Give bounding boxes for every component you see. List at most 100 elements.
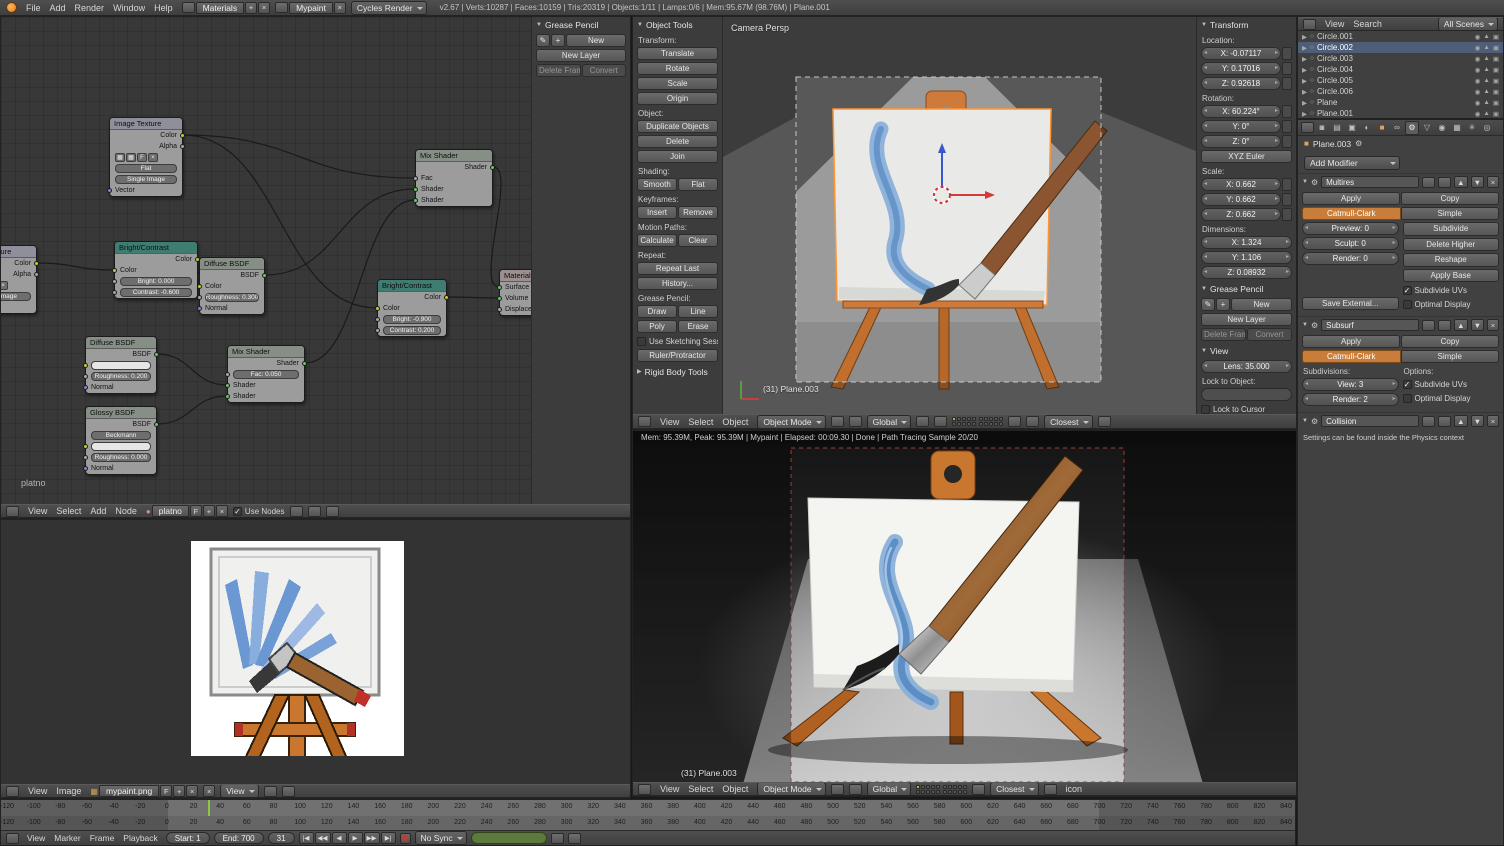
play-reverse-button[interactable]: ◀ [332,832,347,844]
node-image-texture[interactable]: Image TextureColorAlpha▦▦F×Single ImageV… [1,245,37,314]
layer-dot[interactable] [999,417,1003,421]
play-button[interactable]: ▶ [348,832,363,844]
increment-arrow-icon[interactable]: ▸ [1392,239,1395,246]
render-engine-select[interactable]: Cycles Render [351,1,427,15]
node-mix-shader[interactable]: Mix ShaderShaderFacShaderShader [415,149,493,207]
editor-type-icon[interactable] [638,416,651,427]
use-sketching-sessi-checkbox-row[interactable]: Use Sketching Sessi [637,335,718,347]
delete-modifier-icon[interactable]: × [1487,415,1499,427]
move-down-icon[interactable]: ▼ [1471,415,1484,427]
clear-button[interactable]: Clear [678,234,718,247]
menu-select[interactable]: Select [684,783,717,795]
outliner-item-circle-003[interactable]: ▶○Circle.003◉▲▣ [1298,53,1503,64]
output-socket[interactable] [34,272,39,277]
viewport-3d-view[interactable]: Camera Persp (31) Plane.003 [723,17,1198,416]
view-panel-header[interactable]: ▼View [1197,343,1296,358]
layer-dot[interactable] [952,422,956,426]
layer-dot[interactable] [967,422,971,426]
layer-dot[interactable] [921,785,925,789]
origin-button[interactable]: Origin [637,92,718,105]
y-0-17016-field[interactable]: ◂Y: 0.17016▸ [1201,62,1281,75]
node-diffuse-bsdf[interactable]: Diffuse BSDFBSDFColorRoughness: 0.300Nor… [199,257,265,315]
z-0-92618-field[interactable]: ◂Z: 0.92618▸ [1201,77,1281,90]
layer-dot[interactable] [958,790,962,794]
outliner-display-select[interactable]: All Scenes [1438,17,1498,31]
layer-dot[interactable] [948,785,952,789]
flat-button[interactable]: Flat [678,178,718,191]
lock-icon[interactable] [1008,416,1021,427]
tab-physics[interactable]: ◎ [1480,121,1494,135]
decrement-arrow-icon[interactable]: ◂ [1305,239,1308,246]
render-2-field[interactable]: ◂Render: 2▸ [1302,393,1399,406]
layer-dot[interactable] [984,422,988,426]
renderable-camera-icon[interactable]: ▣ [1493,33,1499,41]
copy-button[interactable]: Copy [1401,335,1499,348]
increment-arrow-icon[interactable]: ▸ [1392,254,1395,261]
layer-dot[interactable] [916,785,920,789]
fake-user-button[interactable]: F [160,785,172,797]
decrement-arrow-icon[interactable]: ◂ [1204,195,1207,202]
snap-magnet-icon[interactable] [1026,416,1039,427]
node-field-roughness-0-200[interactable]: Roughness: 0.200 [91,372,151,381]
repeat-last-button[interactable]: Repeat Last [637,262,718,275]
lock-icon[interactable] [1282,47,1292,60]
decrement-arrow-icon[interactable]: ◂ [1204,49,1207,56]
draw-button[interactable]: Draw [637,305,677,318]
manipulator-rotate-icon[interactable] [934,416,947,427]
input-socket[interactable] [112,268,117,273]
layer-buttons[interactable] [916,785,967,794]
z-0-662-field[interactable]: ◂Z: 0.662▸ [1201,208,1281,221]
smooth-button[interactable]: Smooth [637,178,677,191]
menu-view[interactable]: View [24,505,51,517]
visibility-eye-icon[interactable]: ◉ [1475,66,1481,74]
input-socket[interactable] [83,363,88,368]
menu-add[interactable]: Add [46,2,70,14]
use-nodes-checkbox[interactable]: ✓ [233,507,242,516]
xyz-euler-button[interactable]: XYZ Euler [1201,150,1292,163]
input-socket[interactable] [197,295,202,300]
lock-to-cursor-checkbox[interactable] [1201,405,1210,414]
blender-logo-icon[interactable] [6,2,17,13]
menu-view[interactable]: View [24,785,51,797]
record-button[interactable] [400,833,411,844]
tab-object[interactable]: ■ [1375,121,1389,135]
expand-icon[interactable]: ▶ [1302,33,1307,41]
add-layout-button[interactable]: + [245,2,257,14]
snap-icon[interactable] [308,506,321,517]
output-socket[interactable] [302,361,307,366]
selectable-icon[interactable]: ▲ [1483,44,1489,51]
subdivide-button[interactable]: Subdivide [1403,222,1500,236]
tab-world[interactable]: ◐ [1360,121,1374,135]
poly-button[interactable]: Poly [637,320,677,333]
tab-texture[interactable]: ▦ [1450,121,1464,135]
input-socket[interactable] [83,455,88,460]
layer-dot[interactable] [952,417,956,421]
z-0-08932-field[interactable]: ◂Z: 0.08932▸ [1201,266,1292,279]
outliner-item-circle-004[interactable]: ▶○Circle.004◉▲▣ [1298,64,1503,75]
modifier-name-field[interactable]: Subsurf [1321,319,1419,331]
input-socket[interactable] [413,198,418,203]
menu-select[interactable]: Select [52,505,85,517]
y-1-106-field[interactable]: ◂Y: 1.106▸ [1201,251,1292,264]
new-layer-button[interactable]: New Layer [1201,313,1292,326]
unlink-image-button[interactable]: × [148,153,158,162]
fake-user-button[interactable]: F [190,505,202,517]
layer-dot[interactable] [989,422,993,426]
viewport-shading-icon[interactable] [831,784,844,795]
z-0-field[interactable]: ◂Z: 0°▸ [1201,135,1281,148]
snap-element-select[interactable]: Closest [1044,415,1092,429]
increment-arrow-icon[interactable]: ▸ [1392,224,1395,231]
calculate-button[interactable]: Calculate [637,234,677,247]
sculpt-0-field[interactable]: ◂Sculpt: 0▸ [1302,237,1399,250]
image-browse-icon[interactable]: ▦ [115,153,125,162]
layer-dot[interactable] [931,785,935,789]
tab-particles[interactable]: ✳ [1465,121,1479,135]
visibility-eye-icon[interactable]: ◉ [1475,44,1481,52]
renderable-camera-icon[interactable]: ▣ [1493,88,1499,96]
optimal-display-checkbox-row[interactable]: Optimal Display [1403,298,1500,310]
node-field-single-image[interactable]: Single Image [115,175,177,184]
layer-dot[interactable] [943,790,947,794]
layer-dot[interactable] [962,417,966,421]
visibility-eye-icon[interactable]: ◉ [1475,99,1481,107]
renderable-camera-icon[interactable]: ▣ [1493,55,1499,63]
